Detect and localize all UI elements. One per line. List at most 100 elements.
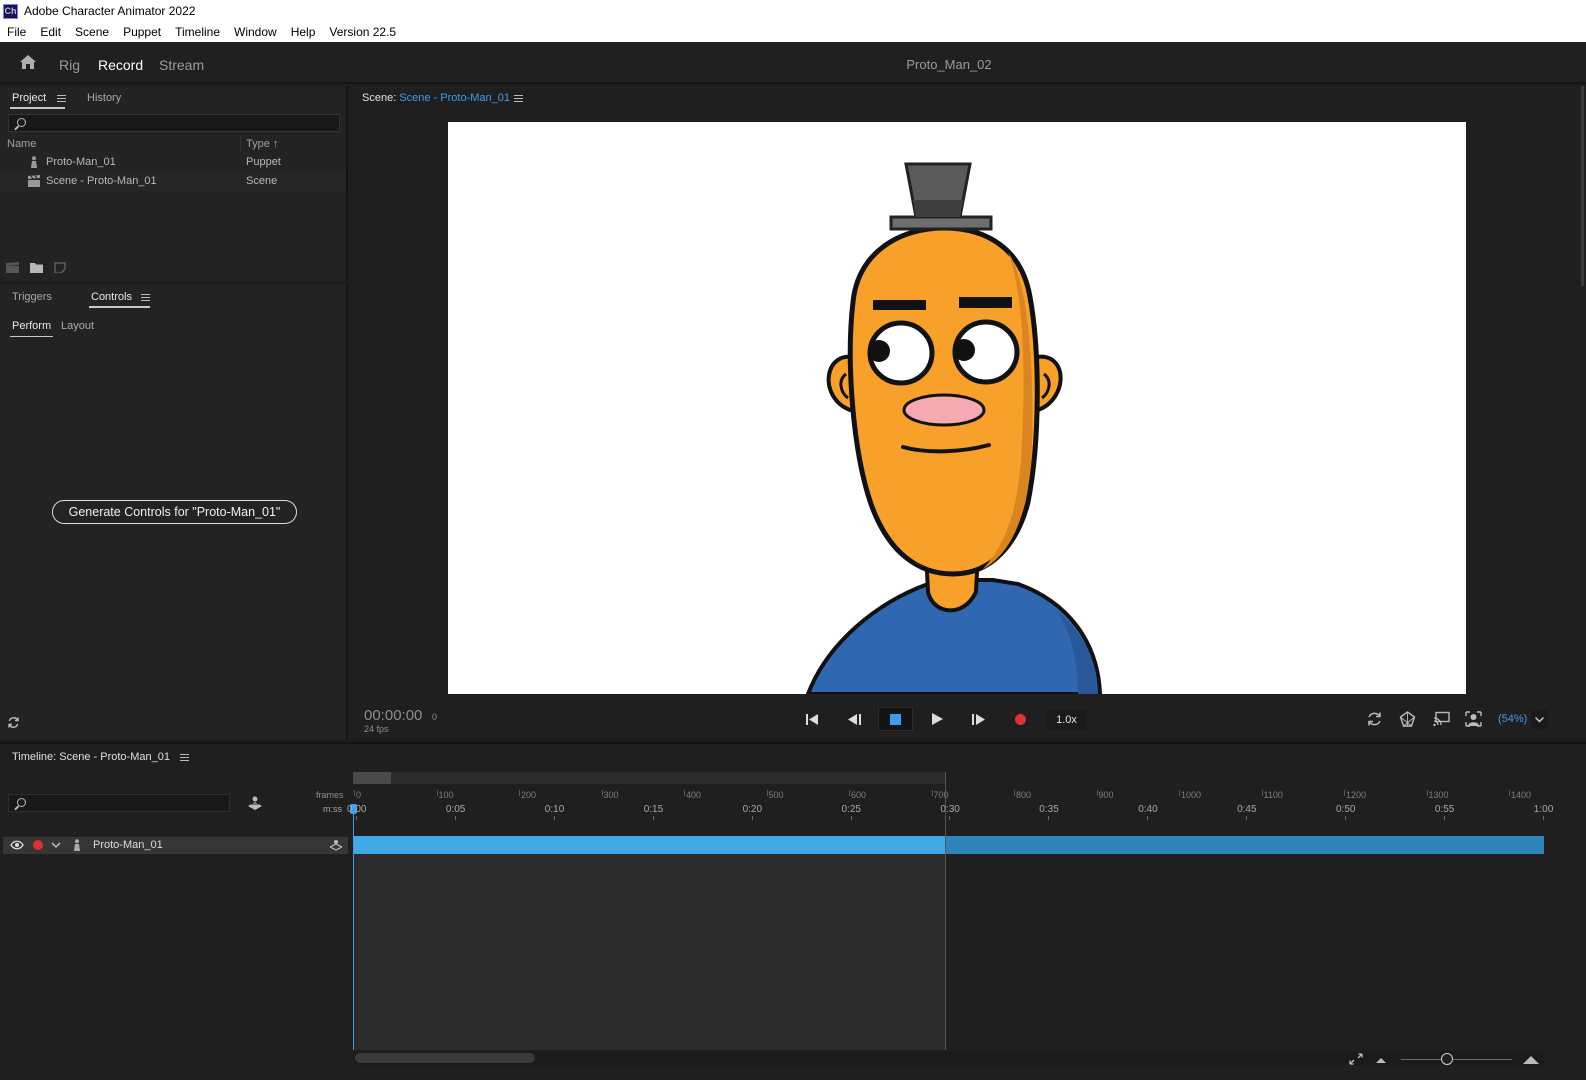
frame-tick-mark (684, 790, 685, 796)
frame-tick-mark (601, 790, 603, 796)
menu-timeline[interactable]: Timeline (175, 25, 220, 39)
work-area-bar[interactable] (353, 772, 946, 784)
mesh-icon[interactable] (1399, 711, 1416, 727)
project-item-puppet[interactable]: Proto-Man_01 Puppet (0, 153, 346, 172)
puppet-icon (31, 156, 37, 168)
timeline-zoom-knob[interactable] (1441, 1053, 1453, 1065)
project-item-type: Puppet (246, 156, 281, 168)
tab-triggers[interactable]: Triggers (12, 291, 52, 303)
timeline-zoom-slider[interactable] (1401, 1059, 1512, 1060)
frame-tick-mark (849, 790, 850, 796)
project-tab-underline (10, 107, 65, 109)
scene-stage[interactable] (448, 122, 1466, 694)
sync-icon[interactable] (1366, 711, 1383, 727)
time-tick-mark (652, 816, 654, 820)
timeline-scrollbar-thumb[interactable] (355, 1053, 535, 1063)
camera-input-icon[interactable] (1465, 711, 1482, 727)
tab-history[interactable]: History (87, 92, 121, 104)
time-tick-mark (1048, 816, 1050, 820)
playhead-line[interactable] (353, 806, 354, 1050)
scene-name-link[interactable]: Scene - Proto-Man_01 (399, 92, 510, 104)
controls-menu-icon[interactable] (141, 294, 150, 301)
sort-up-icon: ↑ (269, 138, 279, 150)
skip-start-icon (805, 713, 818, 725)
frame-tick-label: 0 (356, 790, 362, 800)
menu-scene[interactable]: Scene (75, 25, 109, 39)
subtab-perform[interactable]: Perform (12, 320, 51, 332)
frame-tick-label: 100 (438, 790, 454, 800)
column-name-header[interactable]: Name (7, 138, 36, 150)
timeline-menu-icon[interactable] (180, 754, 189, 761)
frame-tick-label: 1400 (1511, 790, 1532, 800)
track-bar-remaining[interactable] (946, 836, 1544, 854)
frame-tick-label: 1300 (1428, 790, 1449, 800)
frame-tick-mark (436, 790, 438, 796)
frame-tick-label: 800 (1016, 790, 1032, 800)
tab-controls[interactable]: Controls (91, 291, 132, 303)
work-area-handle[interactable] (353, 772, 391, 784)
zoom-level[interactable]: (54%) (1498, 713, 1527, 725)
time-tick-label: 0:05 (445, 804, 466, 815)
playback-speed-button[interactable]: 1.0x (1046, 710, 1087, 730)
timeline-search-input[interactable] (8, 794, 230, 812)
time-tick-mark (553, 816, 555, 820)
project-item-scene[interactable]: Scene - Proto-Man_01 Scene (0, 172, 346, 191)
title-bar: Ch Adobe Character Animator 2022 (0, 0, 1586, 22)
column-type-header[interactable]: Type ↑ (246, 138, 278, 150)
scene-scrollbar[interactable] (1581, 86, 1584, 286)
stream-output-icon[interactable] (1433, 711, 1450, 727)
frame-tick-mark (1344, 790, 1345, 796)
record-icon (1014, 713, 1026, 725)
new-folder-icon[interactable] (30, 262, 43, 273)
perform-tab-underline (10, 336, 53, 337)
time-tick-mark (1542, 816, 1544, 820)
time-tick-mark (454, 816, 456, 820)
play-button[interactable] (924, 708, 950, 730)
project-search-input[interactable] (8, 114, 340, 132)
eye-icon[interactable] (10, 840, 24, 850)
chevron-down-icon[interactable] (51, 841, 61, 849)
generate-controls-button[interactable]: Generate Controls for "Proto-Man_01" (52, 500, 297, 524)
project-menu-icon[interactable] (57, 95, 66, 102)
puppet-layers-icon[interactable] (247, 796, 263, 810)
puppet-right-pupil (953, 339, 975, 361)
refresh-icon[interactable] (7, 716, 20, 729)
frame-tick-mark (354, 790, 355, 796)
step-back-button[interactable] (841, 708, 867, 730)
new-item-icon[interactable] (54, 262, 67, 273)
menu-version[interactable]: Version 22.5 (329, 25, 396, 39)
frame-tick-mark (1426, 790, 1428, 796)
time-tick-label: 0:40 (1138, 804, 1158, 815)
menu-window[interactable]: Window (234, 25, 277, 39)
layer-row[interactable]: Proto-Man_01 (3, 837, 348, 854)
frame-tick-label: 400 (686, 790, 702, 800)
puppet-character[interactable] (448, 122, 1466, 694)
expand-icon[interactable] (1349, 1053, 1363, 1065)
time-tick-mark (850, 816, 852, 820)
scene-menu-icon[interactable] (514, 95, 523, 102)
menu-file[interactable]: File (7, 25, 26, 39)
time-tick-mark (1246, 816, 1248, 820)
menu-puppet[interactable]: Puppet (123, 25, 161, 39)
step-forward-button[interactable] (965, 708, 991, 730)
menu-edit[interactable]: Edit (40, 25, 61, 39)
frame-tick-label: 1200 (1346, 790, 1367, 800)
tab-project[interactable]: Project (12, 92, 46, 104)
column-type-label: Type (246, 138, 270, 150)
track-bar-work-area[interactable] (353, 836, 946, 854)
record-arm-icon[interactable] (33, 840, 43, 850)
puppet-hat-brim (889, 215, 993, 231)
zoom-in-mountain-icon[interactable] (1522, 1053, 1540, 1065)
menu-help[interactable]: Help (291, 25, 316, 39)
layer-settings-icon[interactable] (330, 839, 342, 851)
zoom-dropdown[interactable] (1531, 710, 1548, 729)
record-button[interactable] (1007, 708, 1033, 730)
scene-header: Scene: Scene - Proto-Man_01 (362, 92, 510, 104)
stop-button[interactable] (878, 707, 913, 731)
new-scene-icon[interactable] (6, 262, 19, 273)
go-to-start-button[interactable] (799, 708, 825, 730)
subtab-layout[interactable]: Layout (61, 320, 94, 332)
time-tick-mark (356, 816, 357, 820)
time-tick-label: 0:15 (643, 804, 664, 815)
zoom-out-mountain-icon[interactable] (1374, 1053, 1388, 1065)
